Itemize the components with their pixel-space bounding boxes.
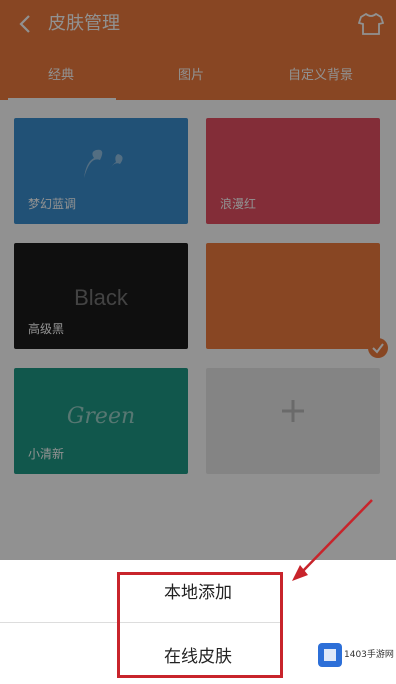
watermark-text: 1403手游网 xyxy=(344,650,394,660)
dim-overlay[interactable] xyxy=(0,0,396,560)
site-logo-icon xyxy=(318,643,342,667)
site-watermark: 1403手游网 xyxy=(316,640,396,674)
annotation-highlight-box xyxy=(117,572,283,678)
